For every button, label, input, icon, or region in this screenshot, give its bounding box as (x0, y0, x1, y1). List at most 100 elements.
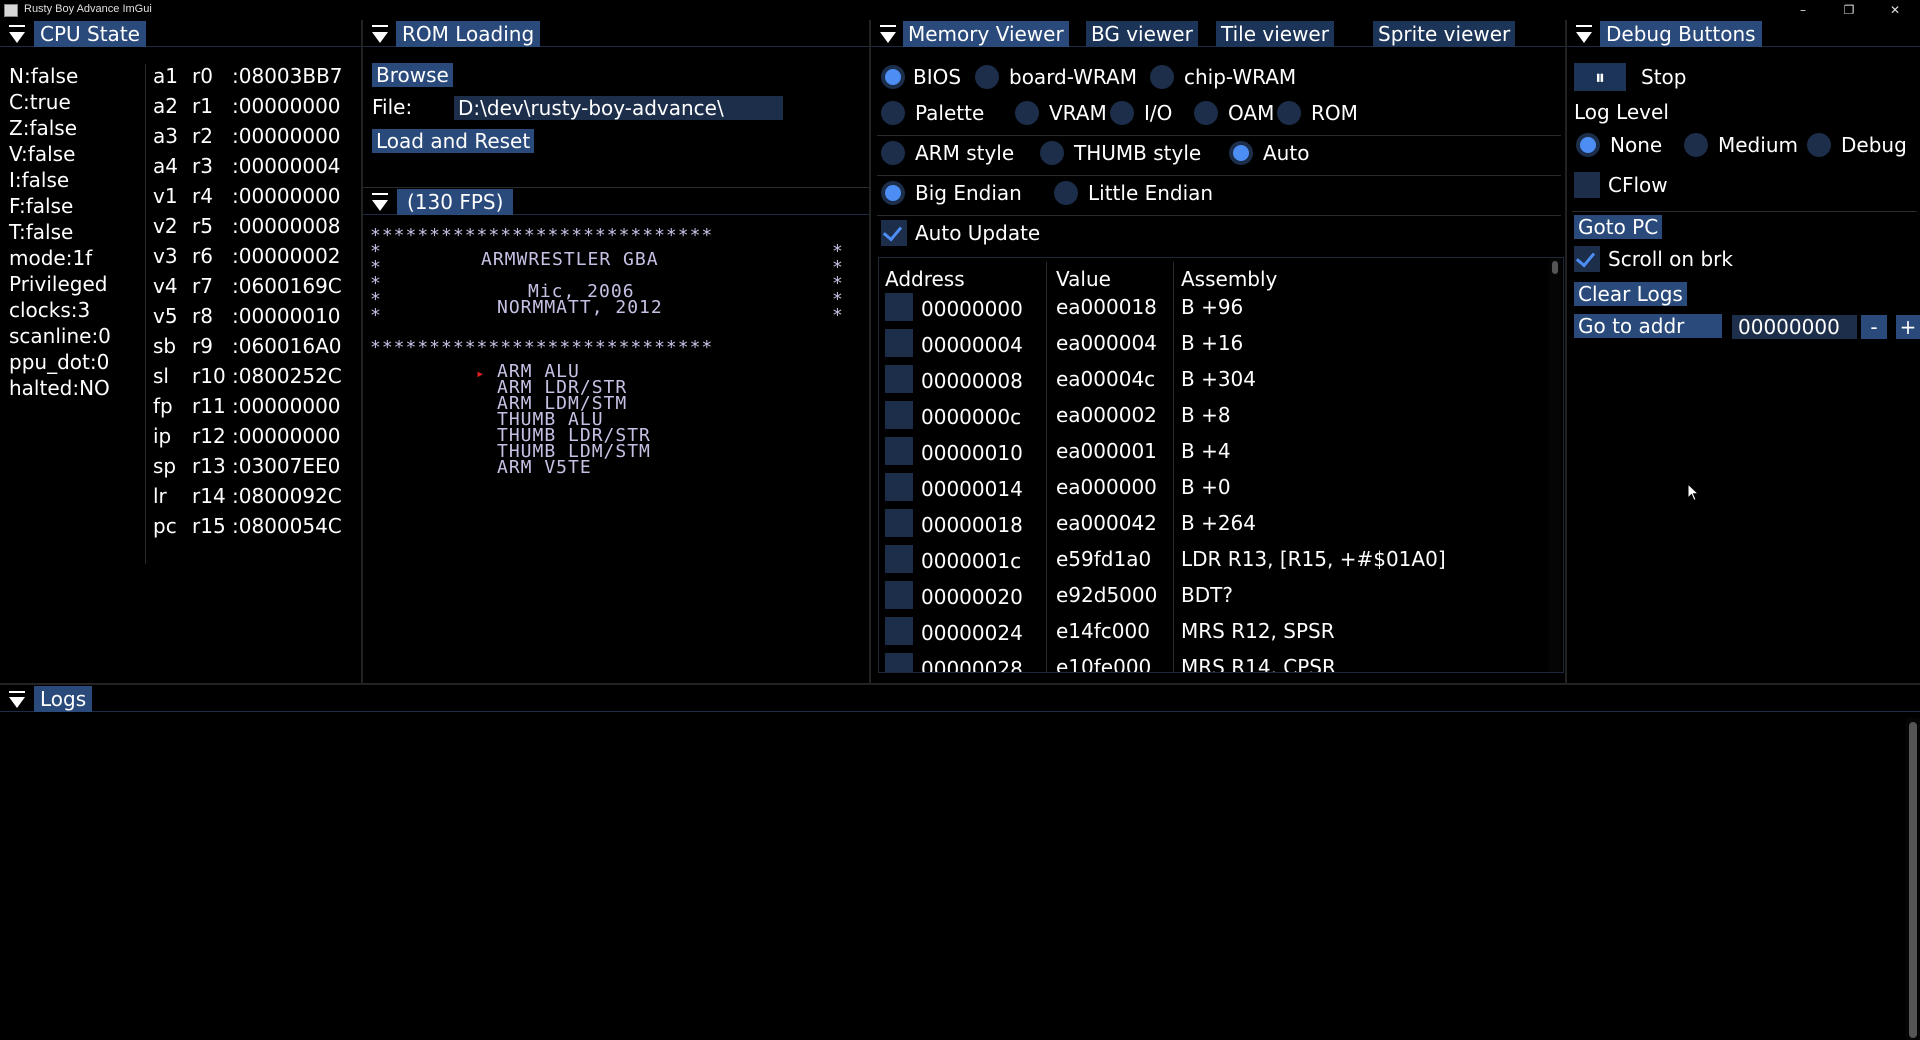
register-alias: v5 (153, 304, 178, 328)
row-breakpoint-toggle[interactable] (885, 617, 913, 645)
radio-rom[interactable] (1277, 101, 1301, 125)
register-name: r4 (192, 184, 213, 208)
memory-table[interactable]: Address Value Assembly 00000000 ea000018 B… (878, 257, 1564, 673)
radio-io[interactable] (1110, 101, 1134, 125)
collapse-arrow-icon[interactable] (372, 200, 388, 211)
radio-bios[interactable] (881, 65, 905, 89)
radio-log-medium[interactable] (1684, 133, 1708, 157)
cpu-flag: I:false (9, 168, 70, 192)
row-address: 0000001c (921, 549, 1022, 573)
memory-viewer-panel: Memory Viewer BG viewer Tile viewer Spri… (871, 20, 1565, 684)
radio-chip-wram[interactable] (1150, 65, 1174, 89)
register-alias: a2 (153, 94, 178, 118)
radio-log-debug[interactable] (1807, 133, 1831, 157)
cpu-flag: ppu_dot:0 (9, 350, 110, 374)
auto-update-checkbox[interactable] (881, 220, 907, 246)
gba-screen[interactable]: ***************************** * * * * * … (370, 227, 850, 548)
radio-big-endian[interactable] (881, 181, 905, 205)
radio-oam[interactable] (1194, 101, 1218, 125)
register-alias: v4 (153, 274, 178, 298)
increment-button[interactable]: + (1896, 315, 1920, 339)
collapse-arrow-icon[interactable] (372, 32, 388, 43)
row-breakpoint-toggle[interactable] (885, 329, 913, 357)
go-to-addr-button[interactable]: Go to addr (1574, 314, 1722, 338)
browse-button[interactable]: Browse (372, 63, 453, 87)
logs-header: Logs (0, 685, 1920, 712)
close-button[interactable]: ✕ (1872, 0, 1918, 20)
radio-thumb-style[interactable] (1040, 141, 1064, 165)
radio-palette[interactable] (881, 101, 905, 125)
rom-loading-title: ROM Loading (396, 21, 541, 47)
clear-logs-button[interactable]: Clear Logs (1574, 282, 1687, 306)
radio-little-endian[interactable] (1054, 181, 1078, 205)
register-alias: v3 (153, 244, 178, 268)
row-address: 00000000 (921, 297, 1023, 321)
file-path-input[interactable]: D:\dev\rusty-boy-advance\ (454, 96, 783, 120)
column-divider (1046, 262, 1047, 672)
row-address: 0000000c (921, 405, 1022, 429)
collapse-arrow-icon[interactable] (1576, 32, 1592, 43)
register-value: :03007EE0 (232, 454, 341, 478)
row-value: e92d5000 (1056, 583, 1158, 607)
tab-sprite-viewer[interactable]: Sprite viewer (1373, 21, 1516, 47)
register-value: :0800054C (232, 514, 342, 538)
row-breakpoint-toggle[interactable] (885, 581, 913, 609)
register-value: :00000010 (232, 304, 341, 328)
restore-button[interactable]: ❐ (1826, 0, 1872, 20)
minimize-button[interactable]: – (1780, 0, 1826, 20)
row-value: ea000018 (1056, 295, 1157, 319)
goto-pc-button[interactable]: Goto PC (1574, 215, 1663, 239)
row-asm: BDT? (1181, 583, 1233, 607)
row-breakpoint-toggle[interactable] (885, 365, 913, 393)
tab-tile-viewer[interactable]: Tile viewer (1216, 21, 1334, 47)
collapse-arrow-icon[interactable] (9, 32, 25, 43)
logs-scroll-thumb[interactable] (1909, 722, 1917, 1038)
row-address: 00000010 (921, 441, 1023, 465)
row-address: 00000028 (921, 657, 1023, 673)
row-breakpoint-toggle[interactable] (885, 293, 913, 321)
radio-board-wram[interactable] (975, 65, 999, 89)
cpu-flag: C:true (9, 90, 71, 114)
radio-vram[interactable] (1015, 101, 1039, 125)
collapse-arrow-icon[interactable] (880, 32, 896, 43)
radio-log-none-label: None (1610, 133, 1663, 157)
decrement-button[interactable]: - (1861, 315, 1887, 339)
row-asm: B +264 (1181, 511, 1257, 535)
radio-arm-style[interactable] (881, 141, 905, 165)
memory-scrollbar[interactable] (1549, 258, 1561, 672)
radio-rom-label: ROM (1311, 101, 1358, 125)
register-name: r2 (192, 124, 213, 148)
pause-icon[interactable]: ⏸ (1574, 63, 1626, 91)
radio-auto[interactable] (1229, 141, 1253, 165)
row-asm: LDR R13, [R15, +#$01A0] (1181, 547, 1446, 571)
tab-bg-viewer[interactable]: BG viewer (1086, 21, 1198, 47)
row-breakpoint-toggle[interactable] (885, 473, 913, 501)
row-breakpoint-toggle[interactable] (885, 545, 913, 573)
register-alias: pc (153, 514, 177, 538)
logs-scrollbar[interactable] (1906, 718, 1920, 1040)
register-alias: sp (153, 454, 177, 478)
tab-memory-viewer[interactable]: Memory Viewer (903, 21, 1069, 47)
app-icon (4, 4, 18, 17)
file-label: File: (372, 95, 413, 119)
register-name: r8 (192, 304, 213, 328)
address-input[interactable]: 00000000 (1732, 315, 1857, 339)
row-value: ea00004c (1056, 367, 1156, 391)
cflow-label: CFlow (1608, 173, 1668, 197)
row-breakpoint-toggle[interactable] (885, 509, 913, 537)
row-breakpoint-toggle[interactable] (885, 653, 913, 672)
cflow-checkbox[interactable] (1574, 172, 1600, 198)
collapse-arrow-icon[interactable] (9, 697, 25, 708)
radio-log-none[interactable] (1576, 133, 1600, 157)
radio-vram-label: VRAM (1049, 101, 1107, 125)
display-panel: (130 FPS) ***************************** … (363, 188, 869, 684)
row-breakpoint-toggle[interactable] (885, 437, 913, 465)
load-reset-button[interactable]: Load and Reset (372, 129, 535, 153)
scroll-on-brk-checkbox[interactable] (1574, 246, 1600, 272)
row-breakpoint-toggle[interactable] (885, 401, 913, 429)
register-alias: fp (153, 394, 173, 418)
register-value: :0800092C (232, 484, 342, 508)
radio-chip-wram-label: chip-WRAM (1184, 65, 1297, 89)
game-title: ARMWRESTLER GBA (481, 249, 659, 270)
memory-scroll-thumb[interactable] (1552, 261, 1558, 274)
